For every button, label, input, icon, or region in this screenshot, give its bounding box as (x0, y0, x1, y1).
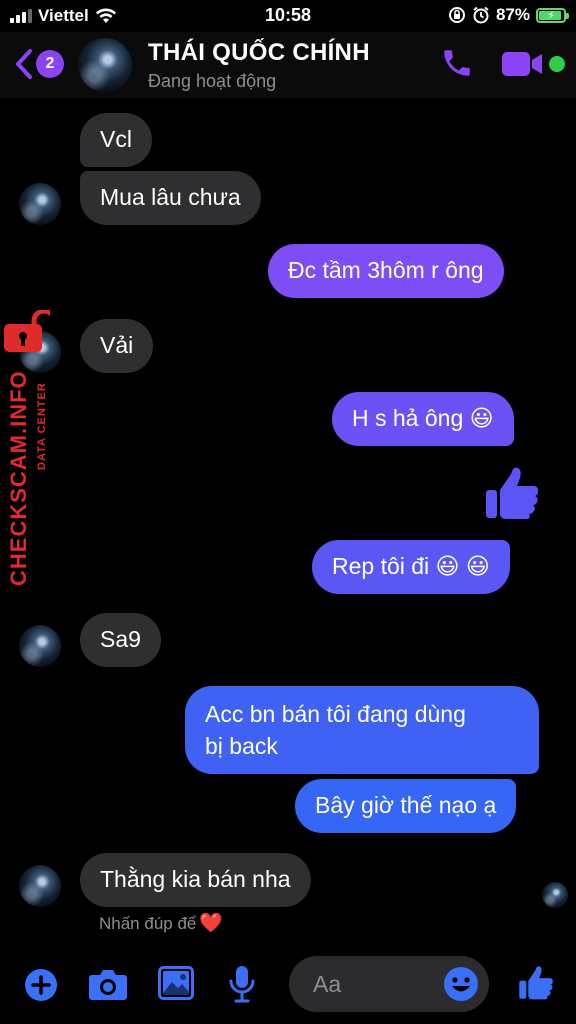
message-bubble-sent[interactable]: Rep tôi đi 😃 😃 (312, 540, 510, 594)
seen-indicator-avatar (542, 882, 568, 908)
contact-avatar-small[interactable] (19, 865, 61, 907)
microphone-icon[interactable] (229, 965, 255, 1003)
thumbs-up-icon[interactable] (518, 964, 554, 1000)
contact-status: Đang hoạt động (148, 71, 277, 91)
contact-avatar[interactable] (78, 38, 132, 92)
status-bar: Viettel 10:58 87% ⚡ (0, 0, 576, 32)
message-bubble-received[interactable]: Vải (80, 319, 154, 373)
alarm-icon (473, 6, 489, 24)
message-bubble-sent[interactable]: Bây giờ thế nạo ạ (295, 779, 517, 833)
battery-icon: ⚡ (536, 7, 569, 23)
thumbs-up-sticker-icon[interactable] (484, 464, 540, 520)
unread-count-badge[interactable]: 2 (36, 50, 64, 78)
message-bubble-sent[interactable]: Đc tầm 3hôm r ông (268, 244, 504, 298)
message-bubble-received[interactable]: Mua lâu chưa (80, 171, 261, 225)
message-bubble-received[interactable]: Thằng kia bán nha (80, 853, 311, 907)
watermark-text: CHECKSCAM.INFO (6, 370, 31, 586)
message-input[interactable]: Aa (289, 956, 489, 1012)
contact-name[interactable]: THÁI QUỐC CHÍNH (148, 39, 370, 67)
contact-avatar-small[interactable] (19, 625, 61, 667)
heart-icon: ❤️ (199, 913, 224, 934)
contact-avatar-small[interactable] (19, 183, 61, 225)
plus-icon[interactable] (24, 968, 58, 1002)
battery-percent: 87% (495, 5, 530, 24)
emoji-icon[interactable] (443, 966, 479, 1002)
photo-icon[interactable] (158, 966, 194, 1000)
orientation-lock-icon (448, 7, 465, 23)
message-bubble-received[interactable]: Sa9 (80, 613, 161, 667)
message-bubble-sent[interactable]: Acc bn bán tôi đang dùng bị back (185, 686, 539, 774)
message-bubble-sent[interactable]: H s hả ông 😃 (332, 392, 514, 446)
reaction-hint: Nhấn đúp để ❤️ (99, 913, 224, 934)
watermark-subtext: DATA CENTER (36, 382, 48, 470)
message-input-placeholder: Aa (313, 971, 342, 997)
composer-bar: Aa (0, 950, 576, 1024)
back-chevron-icon[interactable] (12, 46, 36, 82)
lock-icon (4, 310, 50, 352)
message-bubble-received[interactable]: Vcl (80, 113, 152, 167)
conversation-header: 2 THÁI QUỐC CHÍNH Đang hoạt động (0, 32, 576, 98)
camera-icon[interactable] (89, 968, 127, 1000)
phone-icon[interactable] (440, 46, 474, 80)
status-right: 87% ⚡ (448, 5, 569, 25)
video-call-icon[interactable] (502, 51, 542, 77)
active-status-dot (549, 56, 565, 72)
